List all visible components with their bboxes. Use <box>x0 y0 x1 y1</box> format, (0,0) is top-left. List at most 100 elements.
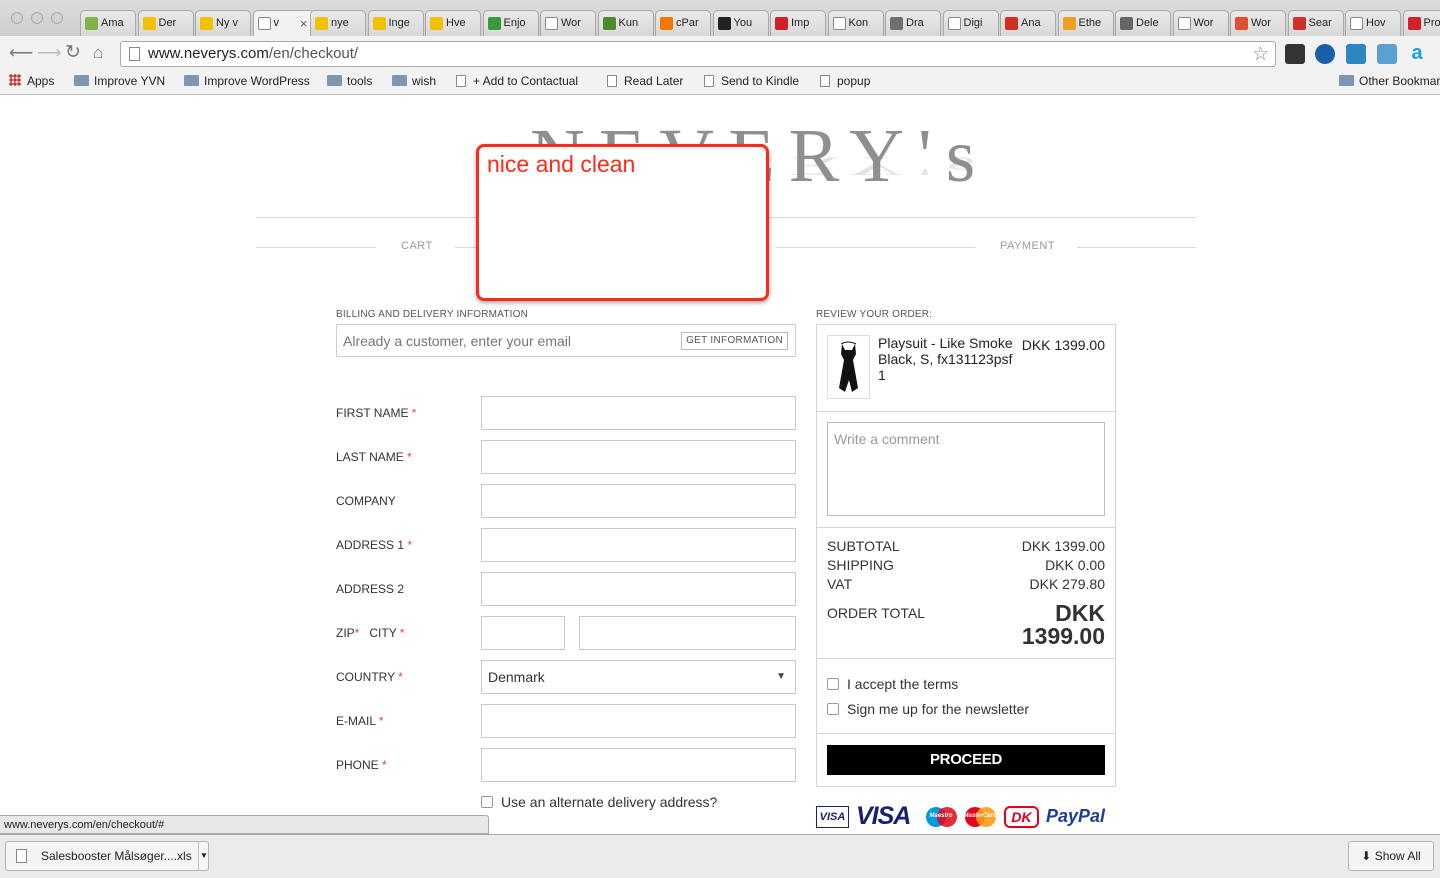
last-name-input[interactable] <box>481 440 796 474</box>
bookmark-label: Send to Kindle <box>721 74 800 88</box>
phone-input[interactable] <box>481 748 796 782</box>
bookmark-item[interactable]: Apps <box>9 74 54 89</box>
tab-label: Ama <box>101 17 124 29</box>
close-tab-icon[interactable]: × <box>300 11 308 36</box>
accept-terms-checkbox[interactable] <box>827 678 839 690</box>
order-total-label: ORDER TOTAL <box>827 605 926 621</box>
browser-tab[interactable]: Enjo <box>482 10 539 36</box>
address-bar[interactable]: www.neverys.com/en/checkout/ ☆ <box>120 41 1276 67</box>
address-url[interactable]: www.neverys.com/en/checkout/ <box>148 45 358 62</box>
newsletter-label[interactable]: Sign me up for the newsletter <box>847 701 1029 717</box>
browser-tab[interactable]: Imp <box>770 10 826 36</box>
bookmark-item[interactable]: + Add to Contactual <box>456 74 578 89</box>
newsletter-checkbox[interactable] <box>827 703 839 715</box>
page-icon <box>947 17 961 30</box>
proceed-button[interactable]: PROCEED <box>827 745 1105 775</box>
browser-tab[interactable]: cPar <box>655 10 711 36</box>
city-input[interactable] <box>579 616 796 650</box>
step-cart[interactable]: CART <box>401 240 433 252</box>
back-arrow-icon[interactable]: ⟵ <box>9 44 33 62</box>
forward-arrow-icon[interactable]: ⟶ <box>37 44 61 62</box>
browser-tab[interactable]: Ethe <box>1057 10 1114 36</box>
dress-image <box>839 341 858 392</box>
customer-email-input[interactable] <box>337 325 677 356</box>
comment-textarea[interactable]: Write a comment <box>827 422 1105 516</box>
wrench-icon[interactable] <box>1285 44 1305 64</box>
cloud-extension-icon[interactable] <box>1315 44 1335 64</box>
zip-input[interactable] <box>481 616 565 650</box>
browser-tab[interactable]: Ama <box>80 10 136 36</box>
close-window-icon[interactable] <box>11 12 23 24</box>
browser-tab[interactable]: Hve <box>425 10 481 36</box>
page-icon <box>257 17 271 30</box>
email-input[interactable] <box>481 704 796 738</box>
product-name[interactable]: Playsuit - Like Smoke <box>878 335 1013 351</box>
country-select[interactable]: Denmark ▼ <box>481 660 796 694</box>
bookmark-item[interactable]: Improve YVN <box>74 74 165 89</box>
tab-label: Hve <box>446 17 466 29</box>
status-bar: www.neverys.com/en/checkout/# <box>0 815 489 834</box>
download-menu-arrow-icon[interactable]: ▼ <box>198 842 209 870</box>
browser-tab[interactable]: v × <box>252 10 315 36</box>
browser-tab[interactable]: Der <box>137 10 194 36</box>
subtotal-label: SUBTOTAL <box>827 538 900 554</box>
annotation-text: nice and clean <box>487 151 636 177</box>
browser-tab[interactable]: Hov <box>1345 10 1401 36</box>
bookmark-item[interactable]: popup <box>820 74 870 89</box>
bookmark-item[interactable]: Send to Kindle <box>704 74 799 89</box>
cloud-icon <box>85 17 98 30</box>
browser-tab[interactable]: Inge <box>367 10 424 36</box>
accept-terms-label[interactable]: I accept the terms <box>847 676 958 692</box>
tab-label: Kun <box>618 17 639 29</box>
browser-tab[interactable]: Wor <box>1230 10 1286 36</box>
bookmark-star-icon[interactable]: ☆ <box>1252 43 1269 66</box>
pin-icon <box>1120 17 1133 30</box>
bookmark-label: wish <box>412 74 437 88</box>
mastercard-logo: MasterCard <box>963 806 997 828</box>
bulb-icon <box>372 17 386 30</box>
screen-extension-icon[interactable] <box>1346 44 1366 64</box>
browser-tab[interactable]: Digi <box>942 10 999 36</box>
tab-label: cPar <box>676 17 699 29</box>
browser-tab[interactable]: Dele <box>1115 10 1171 36</box>
browser-tab[interactable]: Sear <box>1287 10 1344 36</box>
browser-tab[interactable]: Ny v <box>195 10 251 36</box>
owl-extension-icon[interactable] <box>1377 44 1397 64</box>
tab-label: Digi <box>963 17 983 29</box>
other-bookmarks-label: Other Bookmarks <box>1359 74 1440 88</box>
browser-tab[interactable]: nye <box>310 10 366 36</box>
browser-tab[interactable]: Pron <box>1402 10 1440 36</box>
bookmark-label: + Add to Contactual <box>473 74 579 88</box>
browser-tab[interactable]: Ana <box>1000 10 1056 36</box>
browser-tab[interactable]: Kun <box>597 10 654 36</box>
first-name-input[interactable] <box>481 396 796 430</box>
annotation-box: nice and clean <box>476 144 769 301</box>
show-all-button[interactable]: ⬇ Show All <box>1348 841 1434 871</box>
home-icon[interactable]: ⌂ <box>93 44 103 62</box>
reload-icon[interactable]: ↻ <box>65 43 81 62</box>
bookmark-item[interactable]: Improve WordPress <box>184 74 310 89</box>
download-item[interactable]: Salesbooster Målsøger....xls ▼ <box>5 841 209 871</box>
browser-tab[interactable]: Kon <box>827 10 884 36</box>
bookmark-label: Improve WordPress <box>204 74 310 88</box>
country-value: Denmark <box>488 669 545 685</box>
alternate-delivery-label[interactable]: Use an alternate delivery address? <box>501 794 717 810</box>
a-extension-icon[interactable]: a <box>1407 43 1427 64</box>
get-information-button[interactable]: GET INFORMATION <box>681 332 788 350</box>
bookmark-item[interactable]: Read Later <box>607 74 683 89</box>
label-text: LAST NAME <box>336 450 404 464</box>
product-thumbnail[interactable] <box>827 335 870 399</box>
bookmark-item[interactable]: wish <box>392 74 436 89</box>
company-input[interactable] <box>481 484 796 518</box>
maximize-window-icon[interactable] <box>51 12 63 24</box>
minimize-window-icon[interactable] <box>31 12 43 24</box>
browser-tab[interactable]: Wor <box>1172 10 1229 36</box>
address1-input[interactable] <box>481 528 796 562</box>
browser-tab[interactable]: Wor <box>540 10 596 36</box>
browser-tab[interactable]: Dra <box>885 10 941 36</box>
alternate-delivery-checkbox[interactable] <box>481 796 493 808</box>
browser-tab[interactable]: You <box>712 10 769 36</box>
other-bookmarks[interactable]: Other Bookmarks <box>1339 74 1440 89</box>
address2-input[interactable] <box>481 572 796 606</box>
bookmark-item[interactable]: tools <box>327 74 372 89</box>
